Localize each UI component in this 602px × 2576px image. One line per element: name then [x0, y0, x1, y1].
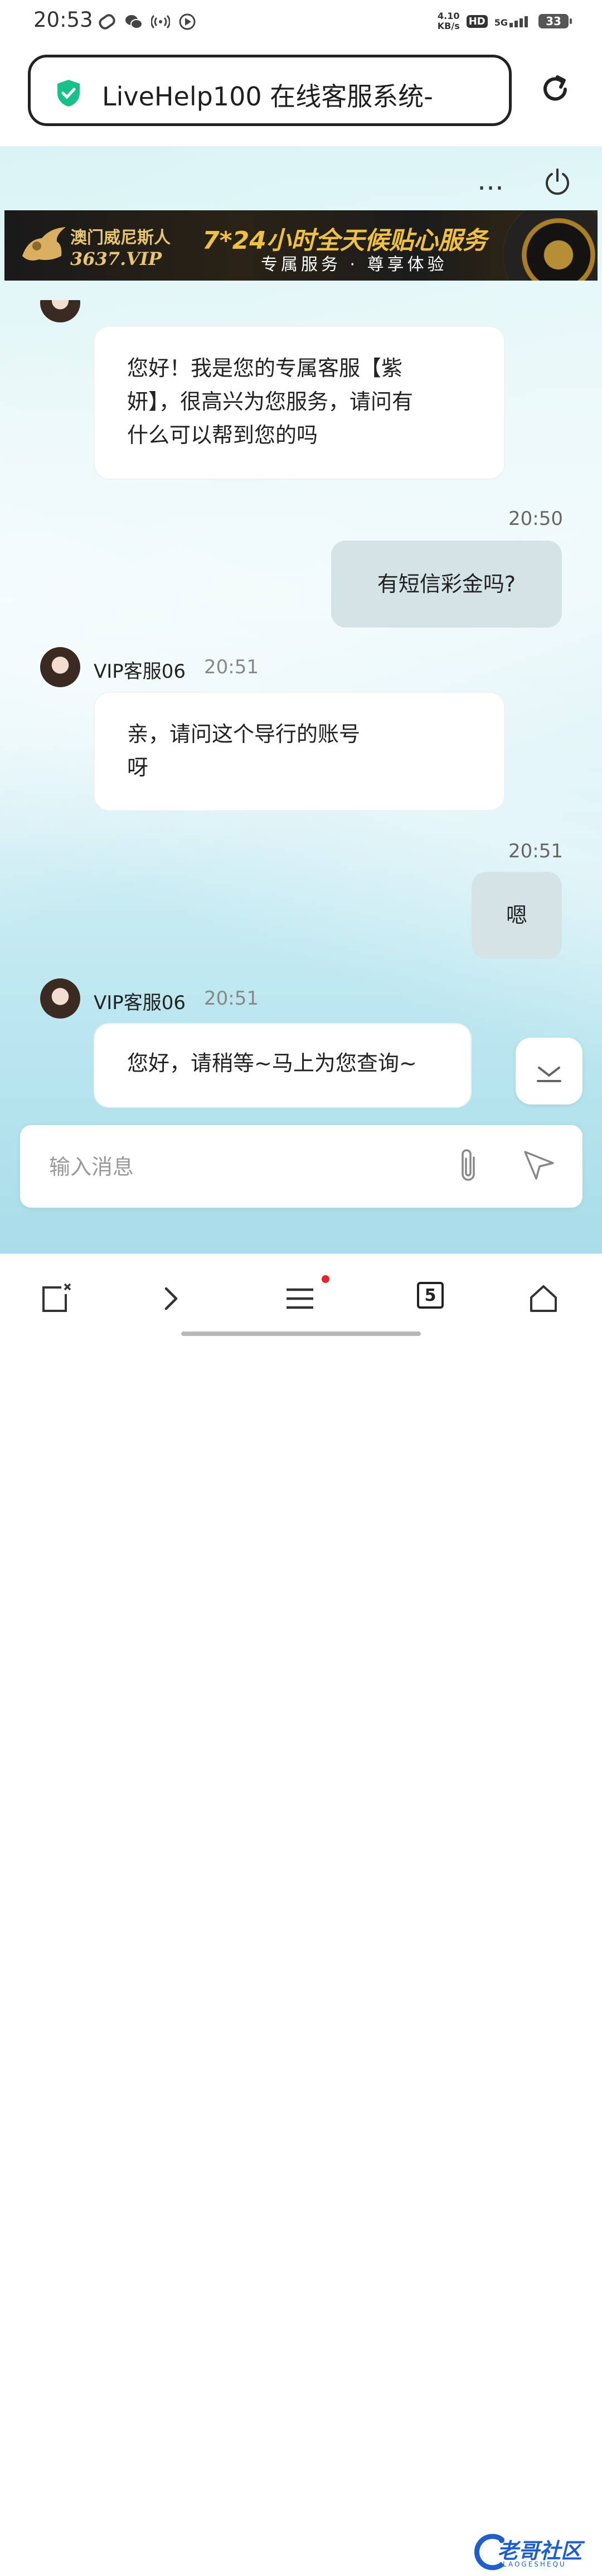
message-text: 有短信彩金吗?	[377, 572, 516, 596]
banner-brand: 澳门威尼斯人 3637.VIP	[70, 224, 171, 269]
menu-notification-dot	[322, 1275, 329, 1283]
hotspot-icon	[151, 15, 170, 29]
message-bubble-user: 有短信彩金吗?	[331, 541, 562, 628]
message-time: 20:50	[508, 508, 563, 530]
message-text-line: 您好，请稍等~马上为您查询~	[127, 1051, 417, 1075]
chat-header: …	[0, 146, 602, 210]
power-icon[interactable]	[543, 167, 571, 196]
message-bubble-agent: 您好，请稍等~马上为您查询~	[94, 1023, 472, 1108]
status-time: 20:53	[33, 8, 93, 32]
promo-banner[interactable]: 澳门威尼斯人 3637.VIP 7*24小时全天候贴心服务 专属服务 · 尊享体…	[4, 210, 598, 281]
network-speed-value: 4.10	[437, 11, 460, 21]
message-text: 嗯	[506, 903, 527, 928]
message-input[interactable]	[48, 1150, 440, 1184]
signal-bars-icon	[509, 16, 528, 27]
sender-name: VIP客服06	[94, 660, 186, 683]
message-bubble-agent: 亲，请问这个导行的账号 呀	[94, 692, 505, 811]
message-time: 20:51	[204, 656, 259, 678]
battery-icon: 33	[538, 14, 572, 28]
tabs-count-button[interactable]: 5	[417, 1282, 444, 1309]
home-icon[interactable]	[527, 1282, 560, 1315]
banner-subline: 专属服务 · 尊享体验	[261, 255, 448, 274]
hd-voice-badge: HD	[466, 15, 488, 28]
signal-5g: 5G	[494, 15, 532, 27]
status-notification-icons	[98, 12, 197, 31]
message-time: 20:51	[204, 987, 259, 1010]
status-right-group: 4.10 KB/s HD 5G 33	[438, 11, 572, 31]
agent-avatar	[40, 647, 80, 687]
play-app-icon	[179, 13, 196, 30]
menu-icon[interactable]	[283, 1282, 317, 1315]
address-bar[interactable]: LiveHelp100 在线客服系统- …	[28, 55, 512, 126]
network-type-label: 5G	[494, 17, 508, 28]
chevron-right-icon[interactable]	[154, 1282, 187, 1315]
message-text-line: 妍】，很高兴为您服务，请问有	[127, 389, 414, 414]
scroll-to-bottom-button[interactable]	[516, 1038, 582, 1104]
winged-lion-logo-icon	[22, 227, 66, 261]
reload-icon[interactable]	[538, 73, 572, 106]
banner-brand-name: 澳门威尼斯人	[70, 228, 171, 248]
send-icon[interactable]	[522, 1147, 556, 1182]
message-text-line: 呀	[127, 755, 149, 780]
paperclip-icon[interactable]	[455, 1145, 482, 1185]
banner-brand-site: 3637.VIP	[70, 248, 162, 269]
close-tab-icon[interactable]	[39, 1282, 72, 1315]
message-bubble-user: 嗯	[472, 872, 562, 959]
page-title: LiveHelp100 在线客服系统- …	[102, 81, 436, 112]
sender-name: VIP客服06	[94, 992, 186, 1014]
message-time: 20:51	[508, 840, 563, 862]
network-speed: 4.10 KB/s	[438, 11, 460, 31]
chevron-down-icon	[537, 1067, 561, 1082]
message-composer	[20, 1125, 582, 1208]
status-bar: 20:53 4.10 KB/s HD 5G 33	[0, 0, 602, 46]
browser-toolbar: LiveHelp100 在线客服系统- …	[0, 46, 602, 146]
network-speed-unit: KB/s	[437, 21, 460, 31]
watermark-text: 老哥社区	[497, 2539, 582, 2563]
message-bubble-agent: 您好！我是您的专属客服【紫 妍】，很高兴为您服务，请问有 什么可以帮到您的吗	[94, 326, 505, 480]
message-text-line: 您好！我是您的专属客服【紫	[127, 356, 403, 380]
watermark-logo: 老哥社区 LAOGESHEQU	[469, 2531, 598, 2576]
gesture-home-bar[interactable]	[181, 1332, 421, 1336]
message-text-line: 亲，请问这个导行的账号	[127, 722, 361, 746]
agent-avatar	[40, 978, 80, 1019]
link-app-icon	[99, 14, 115, 30]
message-text-line: 什么可以帮到您的吗	[127, 423, 318, 447]
watermark-subtext: LAOGESHEQU	[503, 2560, 566, 2568]
wechat-icon	[125, 15, 143, 29]
shield-check-icon	[57, 80, 80, 107]
roulette-wheel-icon	[503, 210, 598, 281]
browser-bottom-nav: 5 老哥社区 LAOGESHEQU	[0, 1253, 602, 2570]
more-options-button[interactable]: …	[477, 167, 506, 194]
